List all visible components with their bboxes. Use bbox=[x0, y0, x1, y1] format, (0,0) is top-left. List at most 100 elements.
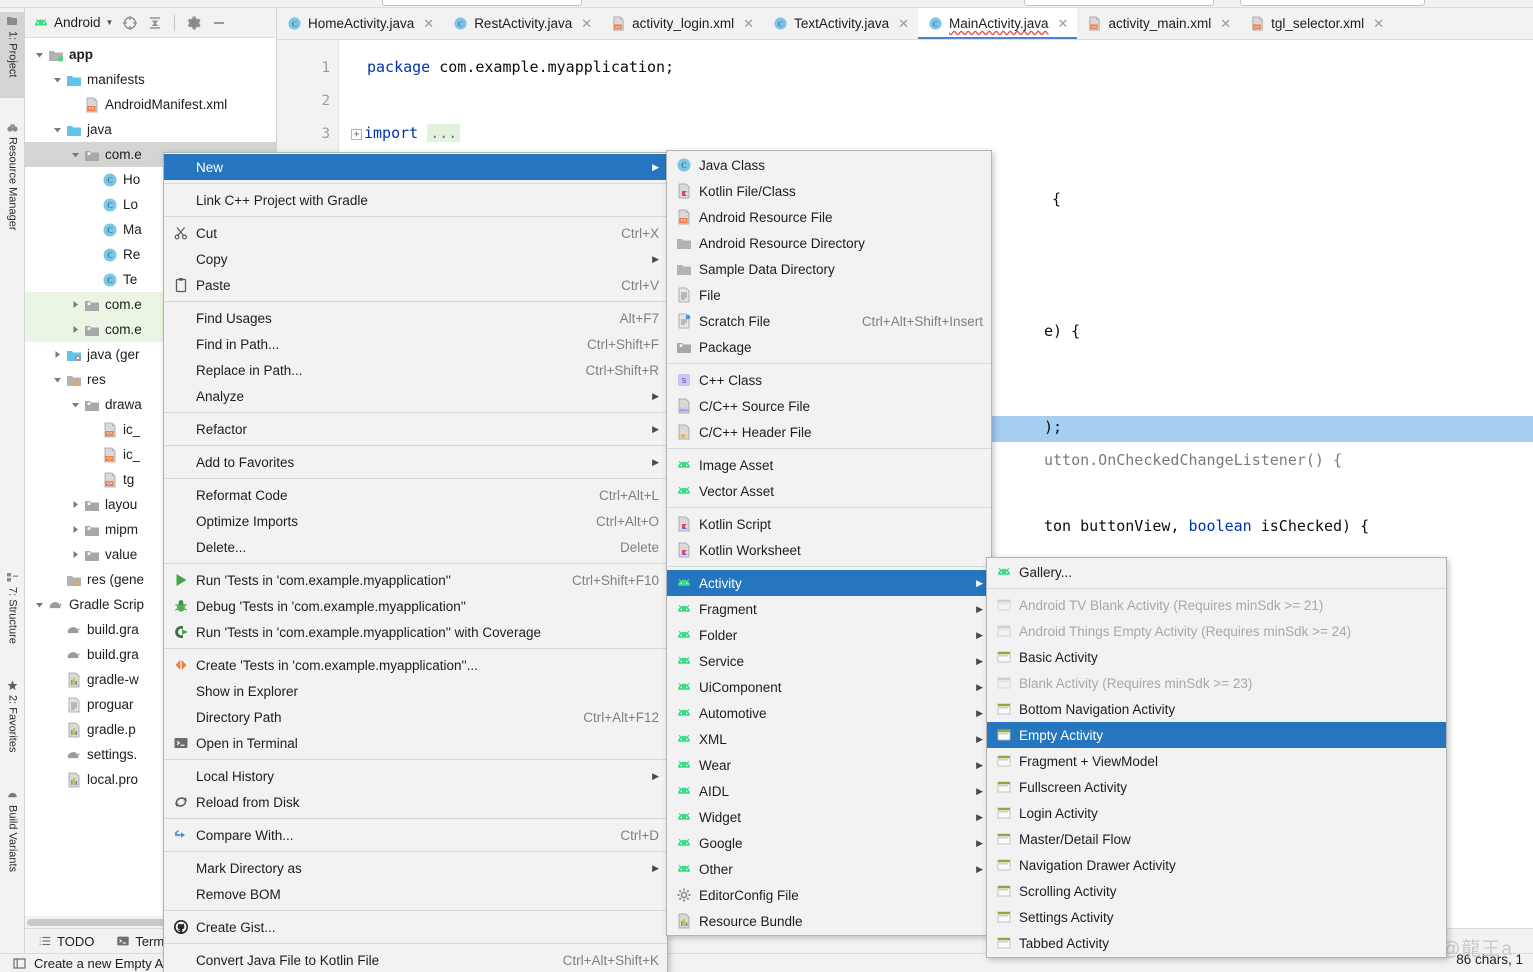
project-view-selector[interactable]: Android ▼ bbox=[33, 15, 113, 31]
run-config-selector[interactable] bbox=[1024, 0, 1214, 6]
menu-item[interactable]: Navigation Drawer Activity bbox=[987, 852, 1446, 878]
chevron-right-icon[interactable] bbox=[69, 498, 82, 511]
menu-item[interactable]: Image Asset bbox=[667, 452, 991, 478]
menu-item[interactable]: Paste Ctrl+V bbox=[164, 272, 667, 298]
collapse-all-icon[interactable] bbox=[147, 15, 163, 31]
sidebar-item-favorites[interactable]: 2: Favorites bbox=[0, 676, 25, 778]
menu-item[interactable]: Create Gist... bbox=[164, 914, 667, 940]
menu-item[interactable]: Find in Path... Ctrl+Shift+F bbox=[164, 331, 667, 357]
menu-item[interactable]: Widget ▶ bbox=[667, 804, 991, 830]
sidebar-item-resource-manager[interactable]: Resource Manager bbox=[0, 118, 25, 278]
chevron-down-icon[interactable] bbox=[33, 598, 46, 611]
menu-item[interactable]: Add to Favorites ▶ bbox=[164, 449, 667, 475]
minimize-icon[interactable] bbox=[211, 15, 227, 31]
menu-item[interactable]: AIDL ▶ bbox=[667, 778, 991, 804]
menu-item[interactable]: Reformat Code Ctrl+Alt+L bbox=[164, 482, 667, 508]
tool-window-button[interactable]: TODO bbox=[38, 934, 94, 949]
chevron-down-icon[interactable] bbox=[69, 148, 82, 161]
chevron-down-icon[interactable] bbox=[51, 73, 64, 86]
close-icon[interactable]: ✕ bbox=[423, 16, 434, 32]
menu-item[interactable]: Remove BOM bbox=[164, 881, 667, 907]
menu-item[interactable]: Convert Java File to Kotlin File Ctrl+Alt… bbox=[164, 947, 667, 972]
menu-item[interactable]: Folder ▶ bbox=[667, 622, 991, 648]
menu-item[interactable]: Package bbox=[667, 334, 991, 360]
chevron-right-icon[interactable] bbox=[69, 298, 82, 311]
menu-item[interactable]: S C++ Class bbox=[667, 367, 991, 393]
sidebar-item-build-variants[interactable]: Build Variants bbox=[0, 786, 25, 898]
menu-item[interactable]: Run 'Tests in 'com.example.myapplication… bbox=[164, 619, 667, 645]
menu-item[interactable]: Bottom Navigation Activity bbox=[987, 696, 1446, 722]
close-icon[interactable]: ✕ bbox=[743, 16, 754, 32]
device-selector[interactable] bbox=[1240, 0, 1425, 6]
menu-item[interactable]: C++ C/C++ Source File bbox=[667, 393, 991, 419]
chevron-down-icon[interactable] bbox=[51, 373, 64, 386]
menu-item[interactable]: Kotlin File/Class bbox=[667, 178, 991, 204]
module-selector[interactable] bbox=[382, 0, 582, 6]
close-icon[interactable]: ✕ bbox=[898, 16, 909, 32]
menu-item[interactable]: Login Activity bbox=[987, 800, 1446, 826]
menu-item[interactable]: Android Resource Directory bbox=[667, 230, 991, 256]
tree-node[interactable]: java bbox=[25, 117, 276, 142]
tree-node[interactable]: app bbox=[25, 42, 276, 67]
editor-tab[interactable]: <> tgl_selector.xml ✕ bbox=[1240, 8, 1393, 39]
editor-tab[interactable]: C RestActivity.java ✕ bbox=[443, 8, 601, 39]
menu-item[interactable]: Delete... Delete bbox=[164, 534, 667, 560]
chevron-down-icon[interactable] bbox=[69, 398, 82, 411]
menu-item[interactable]: Reload from Disk bbox=[164, 789, 667, 815]
locate-icon[interactable] bbox=[122, 15, 138, 31]
menu-item[interactable]: Sample Data Directory bbox=[667, 256, 991, 282]
menu-item[interactable]: Empty Activity bbox=[987, 722, 1446, 748]
menu-item[interactable]: UiComponent ▶ bbox=[667, 674, 991, 700]
menu-item[interactable]: Analyze ▶ bbox=[164, 383, 667, 409]
menu-item[interactable]: <> Android Resource File bbox=[667, 204, 991, 230]
close-icon[interactable]: ✕ bbox=[581, 16, 592, 32]
menu-item[interactable]: Copy ▶ bbox=[164, 246, 667, 272]
menu-item[interactable]: New ▶ bbox=[164, 154, 667, 180]
menu-item[interactable]: Debug 'Tests in 'com.example.myapplicati… bbox=[164, 593, 667, 619]
close-icon[interactable]: ✕ bbox=[1373, 16, 1384, 32]
close-icon[interactable]: ✕ bbox=[1058, 16, 1069, 32]
menu-item[interactable]: Show in Explorer bbox=[164, 678, 667, 704]
menu-item[interactable]: Google ▶ bbox=[667, 830, 991, 856]
sidebar-item-project[interactable]: 1: Project bbox=[0, 12, 25, 98]
scrollbar-thumb[interactable] bbox=[27, 919, 167, 926]
menu-item[interactable]: C Java Class bbox=[667, 152, 991, 178]
menu-item[interactable]: Compare With... Ctrl+D bbox=[164, 822, 667, 848]
menu-item[interactable]: Master/Detail Flow bbox=[987, 826, 1446, 852]
editor-tab-bar[interactable]: C HomeActivity.java ✕ C RestActivity.java ✕ <>… bbox=[277, 8, 1533, 40]
chevron-right-icon[interactable] bbox=[51, 348, 64, 361]
chevron-right-icon[interactable] bbox=[69, 323, 82, 336]
menu-item[interactable]: Service ▶ bbox=[667, 648, 991, 674]
tree-node[interactable]: manifests bbox=[25, 67, 276, 92]
menu-item[interactable]: Vector Asset bbox=[667, 478, 991, 504]
menu-item[interactable]: Scrolling Activity bbox=[987, 878, 1446, 904]
menu-item[interactable]: Find Usages Alt+F7 bbox=[164, 305, 667, 331]
tree-node[interactable]: <> AndroidManifest.xml bbox=[25, 92, 276, 117]
menu-item[interactable]: Refactor ▶ bbox=[164, 416, 667, 442]
sidebar-item-structure[interactable]: 7: Structure bbox=[0, 568, 25, 668]
menu-item[interactable]: Open in Terminal bbox=[164, 730, 667, 756]
menu-item[interactable]: Gallery... bbox=[987, 559, 1446, 585]
editor-tab[interactable]: C TextActivity.java ✕ bbox=[763, 8, 918, 39]
close-icon[interactable]: ✕ bbox=[1220, 16, 1231, 32]
menu-item[interactable]: Kotlin Script bbox=[667, 511, 991, 537]
chevron-right-icon[interactable] bbox=[69, 548, 82, 561]
menu-item[interactable]: Activity ▶ bbox=[667, 570, 991, 596]
menu-item[interactable]: Tabbed Activity bbox=[987, 930, 1446, 956]
menu-item[interactable]: Directory Path Ctrl+Alt+F12 bbox=[164, 704, 667, 730]
menu-item[interactable]: Local History ▶ bbox=[164, 763, 667, 789]
folded-imports[interactable]: ... bbox=[427, 124, 461, 142]
chevron-down-icon[interactable] bbox=[33, 48, 46, 61]
menu-item[interactable]: EditorConfig File bbox=[667, 882, 991, 908]
menu-item[interactable]: Fragment ▶ bbox=[667, 596, 991, 622]
editor-tab[interactable]: C HomeActivity.java ✕ bbox=[277, 8, 443, 39]
editor-tab[interactable]: <> activity_login.xml ✕ bbox=[601, 8, 763, 39]
menu-item[interactable]: Automotive ▶ bbox=[667, 700, 991, 726]
menu-item[interactable]: Fullscreen Activity bbox=[987, 774, 1446, 800]
chevron-down-icon[interactable] bbox=[51, 123, 64, 136]
menu-item[interactable]: Settings Activity bbox=[987, 904, 1446, 930]
editor-tab[interactable]: <> activity_main.xml ✕ bbox=[1077, 8, 1240, 39]
menu-item[interactable]: Mark Directory as ▶ bbox=[164, 855, 667, 881]
activity-submenu[interactable]: Gallery... Android TV Blank Activity (Req… bbox=[986, 557, 1447, 958]
menu-item[interactable]: Resource Bundle bbox=[667, 908, 991, 934]
